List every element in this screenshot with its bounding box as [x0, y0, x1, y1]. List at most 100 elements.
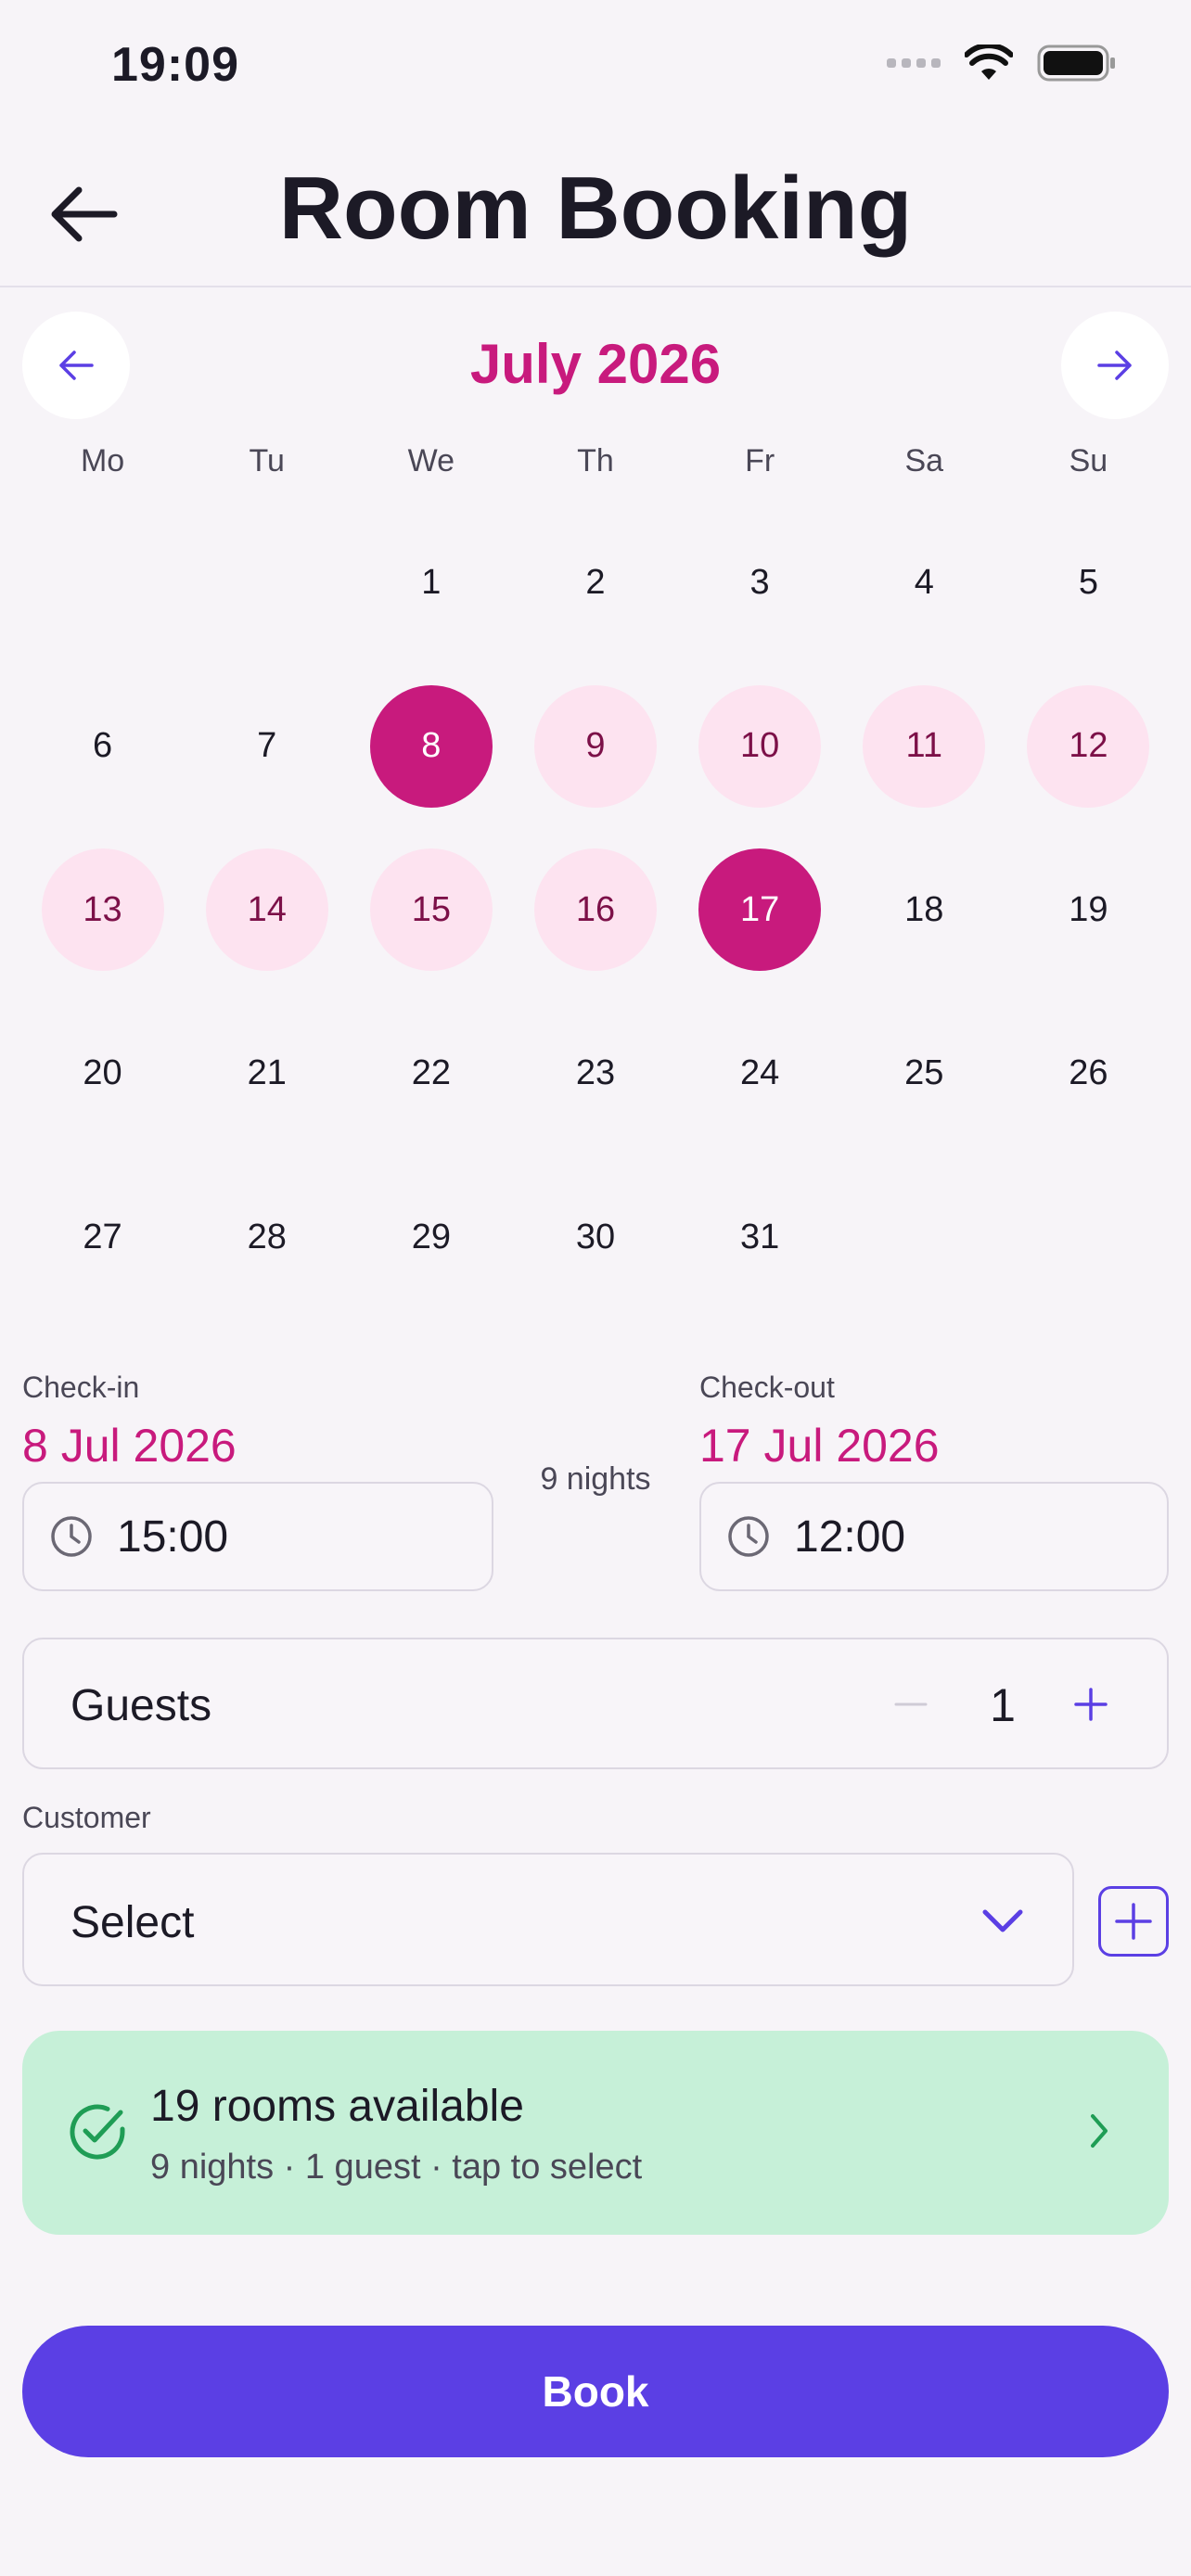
calendar-day[interactable]: 11: [863, 684, 986, 808]
checkout-time-value: 12:00: [794, 1511, 906, 1562]
add-customer-button[interactable]: [1098, 1886, 1169, 1957]
calendar-day[interactable]: 2: [534, 521, 657, 644]
calendar-cell: 1: [349, 501, 513, 665]
calendar-cell: 5: [1006, 501, 1171, 665]
calendar-day[interactable]: 7: [206, 685, 328, 808]
plus-icon: [1074, 1688, 1108, 1721]
status-bar: 19:09: [0, 0, 1191, 139]
plus-icon: [1115, 1903, 1152, 1940]
calendar-day[interactable]: 15: [369, 848, 493, 972]
next-month-button[interactable]: [1061, 312, 1169, 419]
calendar-day[interactable]: 13: [41, 848, 164, 972]
calendar-cell: 25: [842, 992, 1006, 1156]
weekday-label: We: [407, 443, 455, 478]
calendar-cell: 13: [20, 828, 185, 992]
status-time: 19:09: [111, 38, 239, 92]
calendar-day[interactable]: 29: [370, 1176, 493, 1298]
clock-icon: [51, 1516, 92, 1557]
calendar-day[interactable]: 18: [863, 848, 985, 971]
calendar-cell: 31: [678, 1155, 842, 1320]
checkin-time-field[interactable]: 15:00: [22, 1482, 493, 1591]
weekday-label: Fr: [745, 443, 775, 478]
calendar-cell: 9: [513, 665, 677, 829]
weekday-label: Su: [1069, 443, 1108, 478]
calendar-day[interactable]: 9: [533, 684, 657, 808]
wifi-icon: [965, 45, 1013, 80]
calendar-cell: 19: [1006, 828, 1171, 992]
chevron-down-icon: [982, 1909, 1023, 1932]
calendar-day[interactable]: 24: [698, 1013, 821, 1135]
calendar-cell: 2: [513, 501, 677, 665]
calendar-cell: 29: [349, 1155, 513, 1320]
calendar-grid: 1 2 3 4 5 6 7 8 9 10 11 12 13 14 15 16 17 18 19 20 21 22 23 24 2…: [0, 501, 1191, 1320]
calendar-cell: 17: [678, 828, 842, 992]
calendar-cell: 4: [842, 501, 1006, 665]
calendar-empty-cell: [185, 501, 349, 665]
status-icons: [887, 45, 1117, 82]
book-button[interactable]: Book: [22, 2326, 1169, 2457]
calendar-day[interactable]: 31: [698, 1176, 821, 1298]
calendar-day[interactable]: 12: [1027, 684, 1150, 808]
checkout-label: Check-out: [699, 1371, 835, 1404]
calendar-day[interactable]: 3: [698, 521, 821, 644]
calendar-cell: 23: [513, 992, 677, 1156]
check-circle-icon: [70, 2104, 125, 2160]
customer-select[interactable]: Select: [22, 1853, 1074, 1986]
weekday-label: Sa: [904, 443, 944, 478]
calendar-cell: 14: [185, 828, 349, 992]
calendar-day[interactable]: 4: [863, 521, 985, 644]
availability-card[interactable]: 19 rooms available 9 nights · 1 guest · …: [22, 2031, 1169, 2235]
calendar-day[interactable]: 8: [369, 684, 493, 808]
calendar-day[interactable]: 17: [698, 848, 822, 972]
availability-subtitle: 9 nights · 1 guest · tap to select: [150, 2148, 643, 2187]
calendar-day[interactable]: 6: [42, 685, 164, 808]
weekday-row: Mo Tu We Th Fr Sa Su: [0, 443, 1191, 479]
calendar-day[interactable]: 10: [698, 684, 822, 808]
calendar-cell: 16: [513, 828, 677, 992]
weekday-label: Th: [577, 443, 614, 478]
decrease-guests-button[interactable]: [874, 1667, 948, 1741]
calendar-day[interactable]: 5: [1027, 521, 1149, 644]
calendar-day[interactable]: 28: [206, 1176, 328, 1298]
calendar-day[interactable]: 22: [370, 1013, 493, 1135]
calendar-cell: 7: [185, 665, 349, 829]
calendar-day[interactable]: 25: [863, 1013, 985, 1135]
guest-count: 1: [990, 1679, 1016, 1731]
calendar-cell: 22: [349, 992, 513, 1156]
clock-icon: [728, 1516, 769, 1557]
calendar-day[interactable]: 27: [42, 1176, 164, 1298]
calendar-day[interactable]: 19: [1027, 848, 1149, 971]
calendar-day[interactable]: 14: [205, 848, 328, 972]
calendar-cell: 3: [678, 501, 842, 665]
increase-guests-button[interactable]: [1054, 1667, 1128, 1741]
calendar-day[interactable]: 16: [533, 848, 657, 972]
availability-title: 19 rooms available: [150, 2082, 524, 2131]
calendar-cell: 12: [1006, 665, 1171, 829]
guests-label: Guests: [70, 1681, 212, 1730]
calendar-cell: 26: [1006, 992, 1171, 1156]
checkin-time-value: 15:00: [117, 1511, 229, 1562]
calendar-day[interactable]: 30: [534, 1176, 657, 1298]
calendar-day[interactable]: 23: [534, 1013, 657, 1135]
calendar-cell: 30: [513, 1155, 677, 1320]
calendar-cell: 8: [349, 665, 513, 829]
customer-select-value: Select: [70, 1898, 195, 1947]
calendar-cell: 6: [20, 665, 185, 829]
checkout-time-field[interactable]: 12:00: [699, 1482, 1169, 1591]
cellular-signal-icon: [887, 58, 941, 68]
nights-count: 9 nights: [540, 1461, 651, 1497]
calendar-cell: 11: [842, 665, 1006, 829]
customer-label: Customer: [22, 1801, 151, 1834]
calendar-day[interactable]: 21: [206, 1013, 328, 1135]
weekday-label: Tu: [249, 443, 285, 478]
calendar-cell: 28: [185, 1155, 349, 1320]
arrow-right-icon: [1097, 351, 1132, 380]
battery-icon: [1037, 45, 1115, 82]
calendar-day[interactable]: 26: [1027, 1013, 1149, 1135]
calendar-day[interactable]: 20: [42, 1013, 164, 1135]
page-title: Room Booking: [278, 159, 913, 258]
calendar-cell: 15: [349, 828, 513, 992]
minus-icon: [894, 1702, 928, 1706]
calendar-day[interactable]: 1: [370, 521, 493, 644]
checkin-date: 8 Jul 2026: [22, 1420, 237, 1472]
